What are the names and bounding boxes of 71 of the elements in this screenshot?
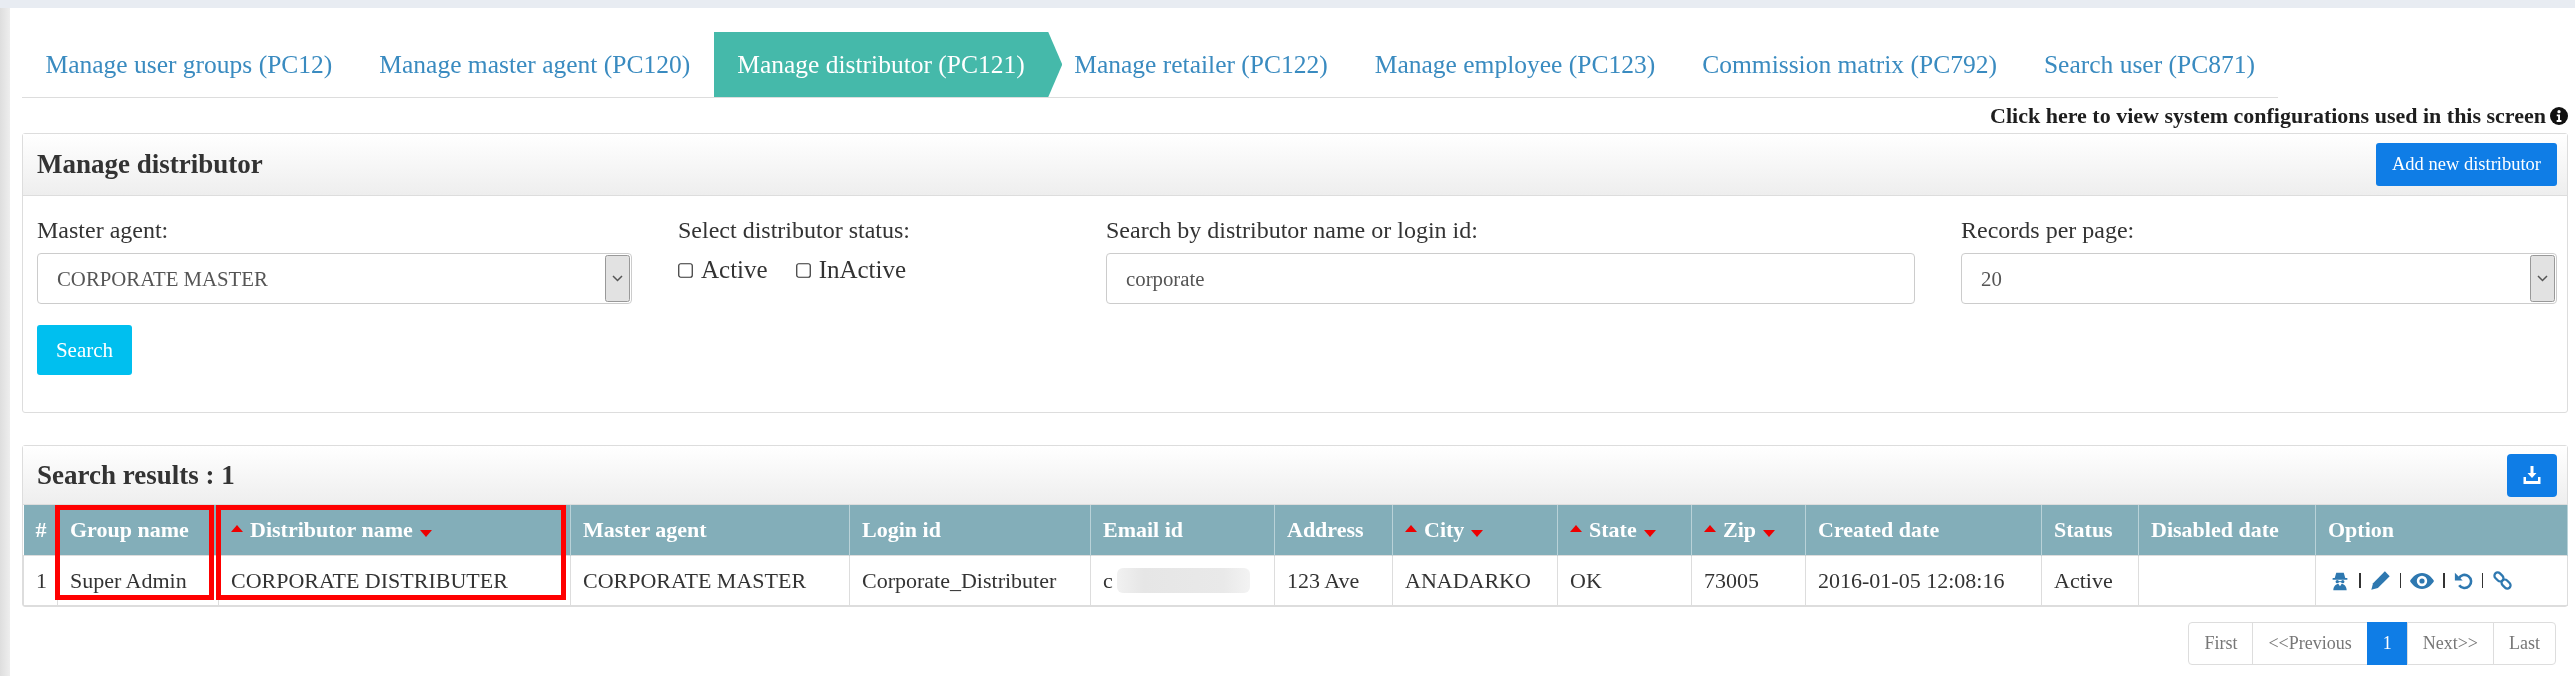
column-header: Group name [70, 517, 189, 543]
table-cell: 73005 [1691, 555, 1806, 606]
undo-icon[interactable] [2453, 571, 2473, 590]
tab[interactable]: Manage employee (PC123) [1351, 32, 1679, 97]
sort-down-icon[interactable] [419, 529, 432, 537]
link-icon[interactable] [2492, 570, 2513, 591]
tab[interactable]: Manage user groups (PC12) [22, 32, 356, 97]
field-label: Select distributor status: [678, 216, 911, 244]
sort-up-icon[interactable] [231, 524, 243, 532]
table-cell: CORPORATE MASTER [570, 555, 850, 606]
sort-down-icon[interactable] [1471, 529, 1484, 537]
search-input[interactable]: corporate [1106, 253, 1915, 304]
page-button[interactable]: Next>> [2406, 622, 2494, 665]
column-header: # [35, 517, 47, 543]
search-button[interactable]: Search [37, 325, 132, 375]
chevron-icon [605, 255, 630, 302]
eye-icon[interactable] [2410, 572, 2434, 589]
sort-up-icon[interactable] [1570, 524, 1582, 532]
table-cell: c [1103, 567, 1113, 594]
column-header: Master agent [583, 517, 707, 543]
info-icon [2550, 106, 2568, 125]
tab[interactable]: Manage retailer (PC122) [1062, 32, 1352, 97]
master-agent-select[interactable]: CORPORATE MASTER [37, 253, 632, 304]
tab[interactable]: Search user (PC871) [2020, 32, 2279, 97]
column-header: Disabled date [2151, 517, 2279, 543]
column-header: Status [2054, 517, 2113, 543]
sort-down-icon[interactable] [1643, 529, 1656, 537]
checkbox[interactable] [795, 262, 811, 278]
table-cell: 123 Ave [1274, 555, 1393, 606]
column-header[interactable]: State [1589, 517, 1637, 543]
table-cell: Corporate_Distributer [849, 555, 1091, 606]
field-label: Search by distributor name or login id: [1106, 216, 1479, 244]
records-per-page-select[interactable]: 20 [1961, 253, 2557, 304]
column-header: Option [2328, 517, 2395, 543]
table-cell: 2016-01-05 12:08:16 [1805, 555, 2042, 606]
config-link[interactable]: Click here to view system configurations used in this screen [1990, 102, 2568, 129]
checkbox-label[interactable]: Active [701, 256, 768, 284]
chevron-icon [2530, 255, 2555, 302]
page-button[interactable]: <<Previous [2252, 622, 2368, 665]
table-cell: OK [1557, 555, 1692, 606]
add-distributor-button[interactable]: Add new distributor [2376, 143, 2557, 186]
pencil-icon[interactable] [2369, 570, 2391, 591]
column-header[interactable]: Distributor name [250, 517, 413, 543]
table-cell: 1 [23, 555, 58, 606]
column-header: Created date [1818, 517, 1940, 543]
checkbox[interactable] [678, 262, 693, 278]
field-label: Records per page: [1961, 216, 2136, 244]
column-header: Login id [862, 517, 941, 543]
table-cell: CORPORATE DISTRIBUTER [218, 555, 571, 606]
sort-up-icon[interactable] [1405, 524, 1417, 532]
tab[interactable]: Manage master agent (PC120) [355, 32, 714, 97]
table-cell: ANADARKO [1392, 555, 1558, 606]
download-button[interactable] [2507, 453, 2557, 497]
table-cell: Super Admin [57, 555, 219, 606]
sort-up-icon[interactable] [1704, 524, 1716, 532]
column-header[interactable]: City [1424, 517, 1465, 543]
page-button[interactable]: Last [2493, 622, 2556, 665]
panel-title: Search results : 1 [37, 459, 235, 491]
column-header: Address [1287, 517, 1364, 543]
sort-down-icon[interactable] [1763, 529, 1776, 537]
field-label: Master agent: [37, 216, 170, 244]
download-icon [2522, 466, 2542, 484]
page-button[interactable]: 1 [2366, 622, 2408, 665]
tab[interactable]: Manage distributor (PC121) [713, 32, 1063, 97]
checkbox-label[interactable]: InActive [818, 256, 907, 284]
tab[interactable]: Commission matrix (PC792) [1678, 32, 2021, 97]
column-header[interactable]: Zip [1723, 517, 1757, 543]
panel-title: Manage distributor [37, 149, 263, 180]
table-cell: Active [2041, 555, 2139, 606]
page-button[interactable]: First [2188, 622, 2254, 665]
column-header: Email id [1103, 517, 1184, 543]
